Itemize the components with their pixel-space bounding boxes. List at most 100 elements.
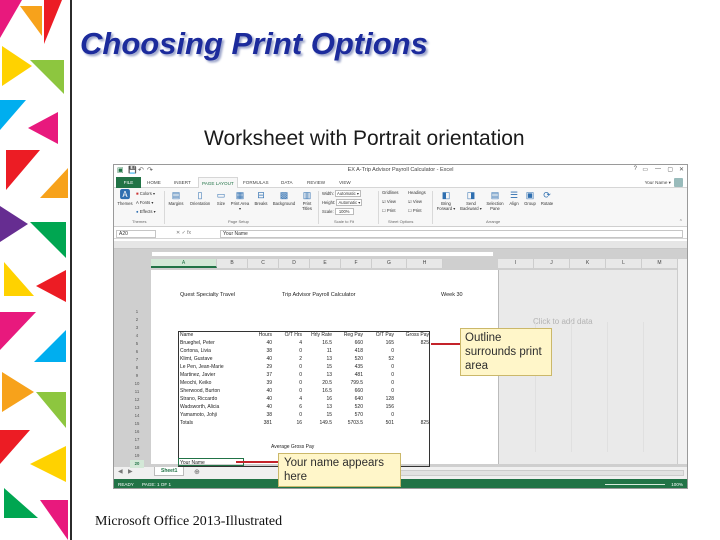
column-header-j[interactable]: J	[534, 259, 570, 268]
tab-data[interactable]: DATA	[281, 180, 293, 185]
zoom-slider[interactable]	[605, 484, 665, 485]
rotate-button[interactable]: ⟳ Rotate	[539, 190, 555, 206]
zoom-level[interactable]: 100%	[671, 482, 683, 487]
column-header-i[interactable]: I	[498, 259, 534, 268]
excel-titlebar: ▣ 💾 ↶ ↷ EX A-Trip Advisor Payroll Calcul…	[114, 165, 687, 177]
headings-print-checkbox[interactable]: ☐ Print	[408, 208, 422, 213]
user-account[interactable]: Your Name ▾	[645, 180, 671, 186]
row-header[interactable]: 5	[130, 340, 144, 348]
column-header-a[interactable]: A	[151, 259, 217, 268]
tab-formulas[interactable]: FORMULAS	[243, 180, 269, 185]
ribbon-display-icon[interactable]: ▭	[642, 166, 648, 173]
row-header[interactable]: 12	[130, 396, 144, 404]
window-title: EX A-Trip Advisor Payroll Calculator - E…	[347, 167, 454, 173]
status-page: PAGE: 1 OF 1	[142, 482, 172, 487]
close-icon[interactable]: ✕	[679, 166, 684, 173]
callout-arrow-print-area	[431, 343, 460, 345]
row-header[interactable]: 1	[130, 308, 144, 316]
column-header-h[interactable]: H	[407, 259, 443, 268]
company-name-cell[interactable]: Quest Specialty Travel	[180, 292, 235, 298]
gridlines-view-checkbox[interactable]: ☑ View	[382, 199, 396, 204]
tab-view[interactable]: VIEW	[339, 180, 351, 185]
row-header[interactable]: 11	[130, 388, 144, 396]
scale-width-control[interactable]: Width: Automatic ▾	[322, 190, 361, 197]
horizontal-scrollbar[interactable]	[354, 470, 684, 476]
row-header[interactable]: 13	[130, 404, 144, 412]
slide-footer: Microsoft Office 2013-Illustrated	[95, 514, 283, 529]
print-area-button[interactable]: ▦ Print Area ▾	[230, 190, 250, 211]
tab-review[interactable]: REVIEW	[307, 180, 325, 185]
row-header[interactable]: 6	[130, 348, 144, 356]
row-header[interactable]: 19	[130, 452, 144, 460]
collapse-ribbon-icon[interactable]: ⌃	[679, 219, 683, 225]
breaks-button[interactable]: ⊟ Breaks	[252, 190, 270, 206]
column-header-l[interactable]: L	[606, 259, 642, 268]
week-cell[interactable]: Week 30	[441, 292, 463, 298]
column-header-d[interactable]: D	[279, 259, 310, 268]
name-box[interactable]: A20	[116, 230, 156, 238]
tab-home[interactable]: HOME	[147, 180, 161, 185]
gridlines-label: Gridlines	[382, 190, 399, 195]
callout-your-name: Your name appears here	[278, 453, 401, 487]
active-cell-a20[interactable]	[178, 458, 244, 466]
selection-pane-button[interactable]: ▤ Selection Pane	[484, 190, 506, 211]
sheet-tab-sheet1[interactable]: Sheet1	[154, 467, 185, 476]
column-header-m[interactable]: M	[642, 259, 678, 268]
row-header[interactable]: 18	[130, 444, 144, 452]
colors-button[interactable]: ■ Colors ▾	[136, 191, 155, 196]
gridlines-print-checkbox[interactable]: ☐ Print	[382, 208, 396, 213]
column-header-e[interactable]: E	[310, 259, 341, 268]
group-button[interactable]: ▣ Group	[523, 190, 537, 206]
vertical-scrollbar[interactable]	[677, 259, 687, 464]
tab-insert[interactable]: INSERT	[174, 180, 191, 185]
fonts-button[interactable]: A Fonts ▾	[136, 200, 153, 205]
column-header-k[interactable]: K	[570, 259, 606, 268]
formula-bar: A20 ✕ ✓ fx Your Name	[114, 229, 687, 239]
tab-file[interactable]: FILE	[116, 177, 141, 188]
row-header[interactable]: 7	[130, 356, 144, 364]
callout-arrow-your-name	[236, 461, 278, 463]
column-header-f[interactable]: F	[341, 259, 372, 268]
minimize-icon[interactable]: —	[655, 166, 661, 172]
print-titles-button[interactable]: ▥ Print Titles	[300, 190, 314, 211]
row-header[interactable]: 17	[130, 436, 144, 444]
sheet-nav-next-icon[interactable]: ▶	[128, 468, 133, 475]
row-header[interactable]: 2	[130, 316, 144, 324]
scale-percent-control[interactable]: Scale: 100%	[322, 208, 354, 215]
row-header[interactable]: 4	[130, 332, 144, 340]
group-label-page-setup: Page Setup	[228, 219, 249, 224]
row-header[interactable]: 10	[130, 380, 144, 388]
maximize-icon[interactable]: ▢	[667, 166, 673, 173]
orientation-button[interactable]: ▯ Orientation	[187, 190, 213, 206]
avg-gross-pay-label[interactable]: Average Gross Pay	[271, 444, 314, 450]
formula-input[interactable]: Your Name	[220, 230, 683, 238]
ruler	[151, 251, 494, 257]
help-icon[interactable]: ?	[634, 166, 637, 172]
column-header-b[interactable]: B	[217, 259, 248, 268]
row-header[interactable]: 20	[130, 460, 144, 468]
background-button[interactable]: ▩ Background	[270, 190, 298, 206]
row-header[interactable]: 16	[130, 428, 144, 436]
avatar[interactable]	[674, 178, 683, 187]
column-header-c[interactable]: C	[248, 259, 279, 268]
size-button[interactable]: ▭ Size	[214, 190, 228, 206]
row-header[interactable]: 3	[130, 324, 144, 332]
align-button[interactable]: ☰ Align	[507, 190, 521, 206]
decorative-left-strip	[0, 0, 72, 540]
column-header-g[interactable]: G	[372, 259, 407, 268]
themes-button[interactable]: 🅰 Themes	[117, 190, 133, 207]
effects-button[interactable]: ● Effects ▾	[136, 209, 156, 214]
row-header[interactable]: 14	[130, 412, 144, 420]
bring-forward-button[interactable]: ◧ Bring Forward ▾	[435, 190, 457, 211]
row-header[interactable]: 8	[130, 364, 144, 372]
margins-button[interactable]: ▤ Margins	[167, 190, 185, 206]
report-title-cell[interactable]: Trip Advisor Payroll Calculator	[282, 292, 355, 298]
add-sheet-icon[interactable]: ⊕	[194, 468, 200, 476]
row-header[interactable]: 9	[130, 372, 144, 380]
formula-icons[interactable]: ✕ ✓ fx	[176, 230, 191, 237]
sheet-nav-prev-icon[interactable]: ◀	[118, 468, 123, 475]
headings-view-checkbox[interactable]: ☑ View	[408, 199, 422, 204]
send-backward-button[interactable]: ◨ Send Backward ▾	[459, 190, 483, 211]
row-header[interactable]: 15	[130, 420, 144, 428]
scale-height-control[interactable]: Height: Automatic ▾	[322, 199, 363, 206]
